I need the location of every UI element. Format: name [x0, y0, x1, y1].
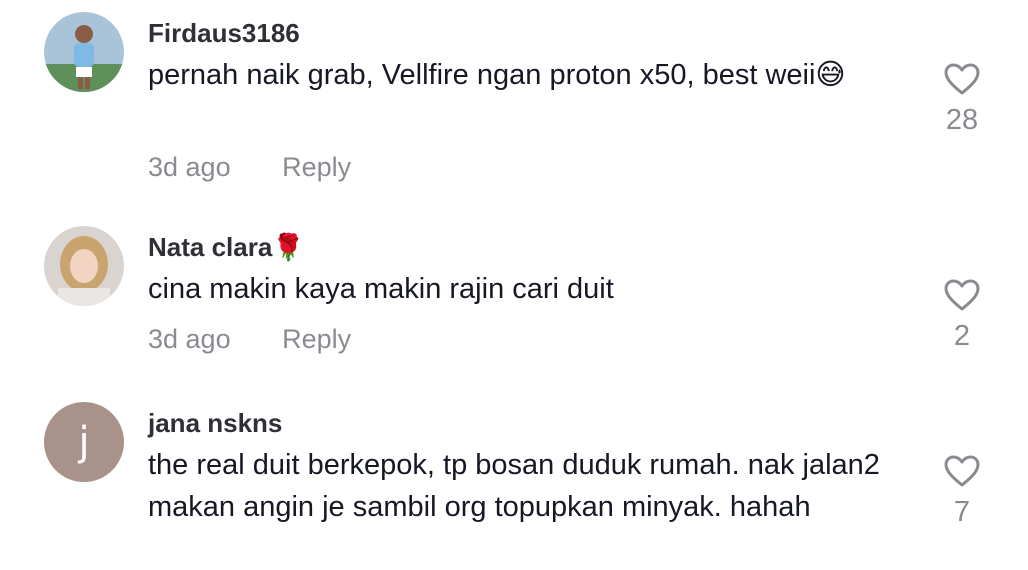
like-button[interactable]: 28 [934, 62, 990, 137]
like-count: 2 [953, 320, 971, 352]
comment-text: the real duit berkepok, tp bosan duduk r… [148, 449, 880, 523]
like-count: 7 [953, 496, 971, 528]
comment-username[interactable]: jana nskns [148, 408, 282, 439]
avatar-letter: j [78, 419, 90, 465]
comment-username[interactable]: Firdaus3186 [148, 18, 300, 49]
comment-timestamp: 3d ago [148, 152, 231, 182]
avatar[interactable]: j [44, 402, 124, 482]
comment-username[interactable]: Nata clara🌹 [148, 232, 305, 263]
comment-meta: 3d ago Reply [148, 324, 351, 355]
reply-button[interactable]: Reply [282, 152, 351, 182]
comment-meta: 3d ago Reply [148, 152, 351, 183]
comment-timestamp: 3d ago [148, 324, 231, 354]
avatar[interactable] [44, 12, 124, 92]
like-button[interactable]: 7 [934, 454, 990, 529]
avatar[interactable] [44, 226, 124, 306]
heart-outline-icon [944, 455, 980, 487]
avatar-photo-icon [44, 12, 124, 92]
like-button[interactable]: 2 [934, 278, 990, 353]
comment-text: cina makin kaya makin rajin cari duit [148, 273, 614, 305]
like-count: 28 [945, 104, 979, 136]
comment-text: pernah naik grab, Vellfire ngan proton x… [148, 59, 846, 91]
avatar-photo-icon [44, 226, 124, 306]
heart-outline-icon [944, 279, 980, 311]
heart-outline-icon [944, 63, 980, 95]
reply-button[interactable]: Reply [282, 324, 351, 354]
